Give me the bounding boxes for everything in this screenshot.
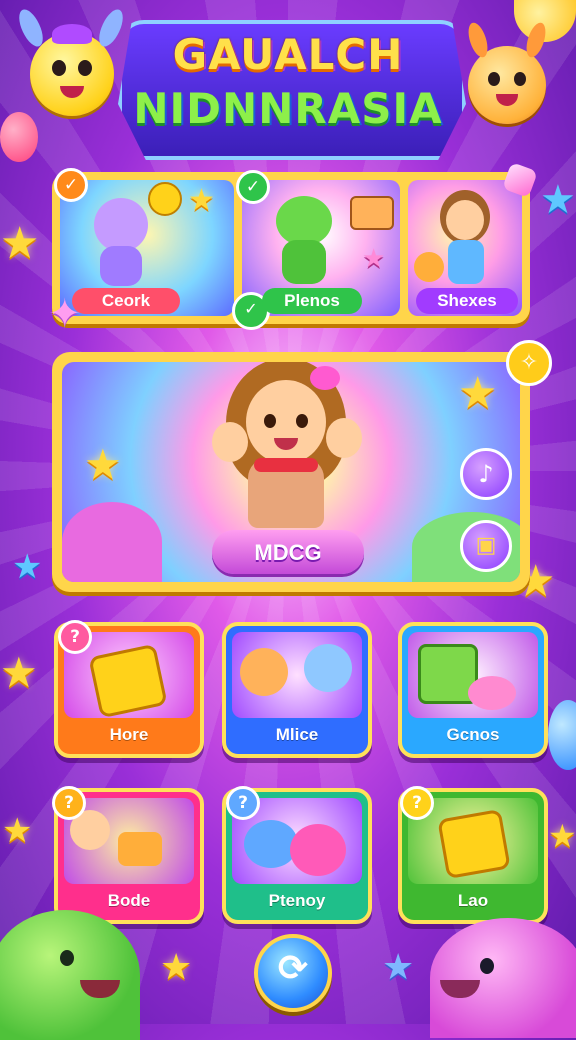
creature-icon bbox=[290, 824, 346, 876]
toy-icon bbox=[350, 196, 394, 230]
toy-icon bbox=[118, 832, 162, 866]
tile-label: Ptenoy bbox=[268, 891, 326, 910]
cloud-decoration bbox=[62, 502, 162, 582]
bow-icon bbox=[310, 366, 340, 390]
tile-label: Hore bbox=[109, 725, 149, 744]
star-icon: ★ bbox=[548, 817, 576, 855]
tile-label: Gcnos bbox=[446, 725, 500, 744]
character-icon bbox=[240, 648, 288, 696]
refresh-icon: ⟳ bbox=[277, 948, 309, 989]
book-icon[interactable]: ▣ bbox=[460, 520, 512, 572]
girl-hand-right bbox=[326, 418, 362, 458]
star-icon: ★ bbox=[0, 648, 38, 697]
character-body bbox=[448, 240, 484, 284]
star-icon: ★ bbox=[458, 368, 498, 419]
tile-label: Lao bbox=[457, 891, 489, 910]
game-title-line2: NIDNNRASIA bbox=[133, 84, 443, 133]
tile-mlice[interactable]: Mlice bbox=[222, 622, 372, 758]
star-icon: ★ bbox=[188, 183, 215, 218]
card-label-plenos: Plenos bbox=[262, 288, 362, 314]
featured-label: MDCG bbox=[254, 540, 322, 565]
help-icon[interactable]: ? bbox=[226, 786, 260, 820]
mascot-orange-icon bbox=[464, 20, 550, 124]
star-icon: ★ bbox=[160, 947, 193, 988]
girl-character-icon bbox=[246, 380, 326, 464]
character-icon bbox=[276, 196, 332, 246]
mascot-yellow-icon bbox=[14, 6, 128, 116]
card-label-shexes: Shexes bbox=[416, 288, 518, 314]
character-body bbox=[282, 240, 326, 284]
check-icon: ✓ bbox=[54, 168, 88, 202]
tile-label: Mlice bbox=[275, 725, 319, 744]
star-icon: ★ bbox=[2, 811, 33, 851]
game-title-line1: GAUALCH bbox=[172, 30, 404, 79]
dice-icon bbox=[437, 808, 511, 880]
star-icon: ★ bbox=[0, 218, 40, 269]
character-body bbox=[100, 246, 142, 286]
sparkle-icon: ✦ bbox=[48, 291, 82, 337]
help-icon[interactable]: ? bbox=[58, 620, 92, 654]
toy-icon bbox=[414, 252, 444, 282]
check-icon: ✓ bbox=[236, 170, 270, 204]
balloon-icon bbox=[0, 112, 38, 162]
character-icon bbox=[304, 644, 352, 692]
star-icon: ★ bbox=[362, 244, 386, 274]
balloon-icon bbox=[548, 700, 576, 770]
sparkle-badge-icon: ✧ bbox=[506, 340, 552, 386]
character-icon bbox=[446, 200, 484, 240]
star-icon: ★ bbox=[12, 547, 43, 587]
pink-creature-icon bbox=[430, 918, 576, 1038]
girl-body bbox=[248, 458, 324, 528]
star-icon: ★ bbox=[382, 947, 415, 988]
character-icon bbox=[94, 198, 148, 252]
refresh-button[interactable]: ⟳ bbox=[254, 934, 332, 1012]
star-icon: ★ bbox=[540, 177, 576, 223]
star-icon: ★ bbox=[84, 440, 122, 489]
tile-gcnos[interactable]: Gcnos bbox=[398, 622, 548, 758]
clock-icon bbox=[148, 182, 182, 216]
music-icon[interactable]: ♪ bbox=[460, 448, 512, 500]
green-dino-icon bbox=[0, 910, 140, 1040]
girl-hand-left bbox=[212, 422, 248, 462]
help-icon[interactable]: ? bbox=[52, 786, 86, 820]
creature-icon bbox=[468, 676, 516, 710]
help-icon[interactable]: ? bbox=[400, 786, 434, 820]
card-label-ceork: Ceork bbox=[72, 288, 180, 314]
